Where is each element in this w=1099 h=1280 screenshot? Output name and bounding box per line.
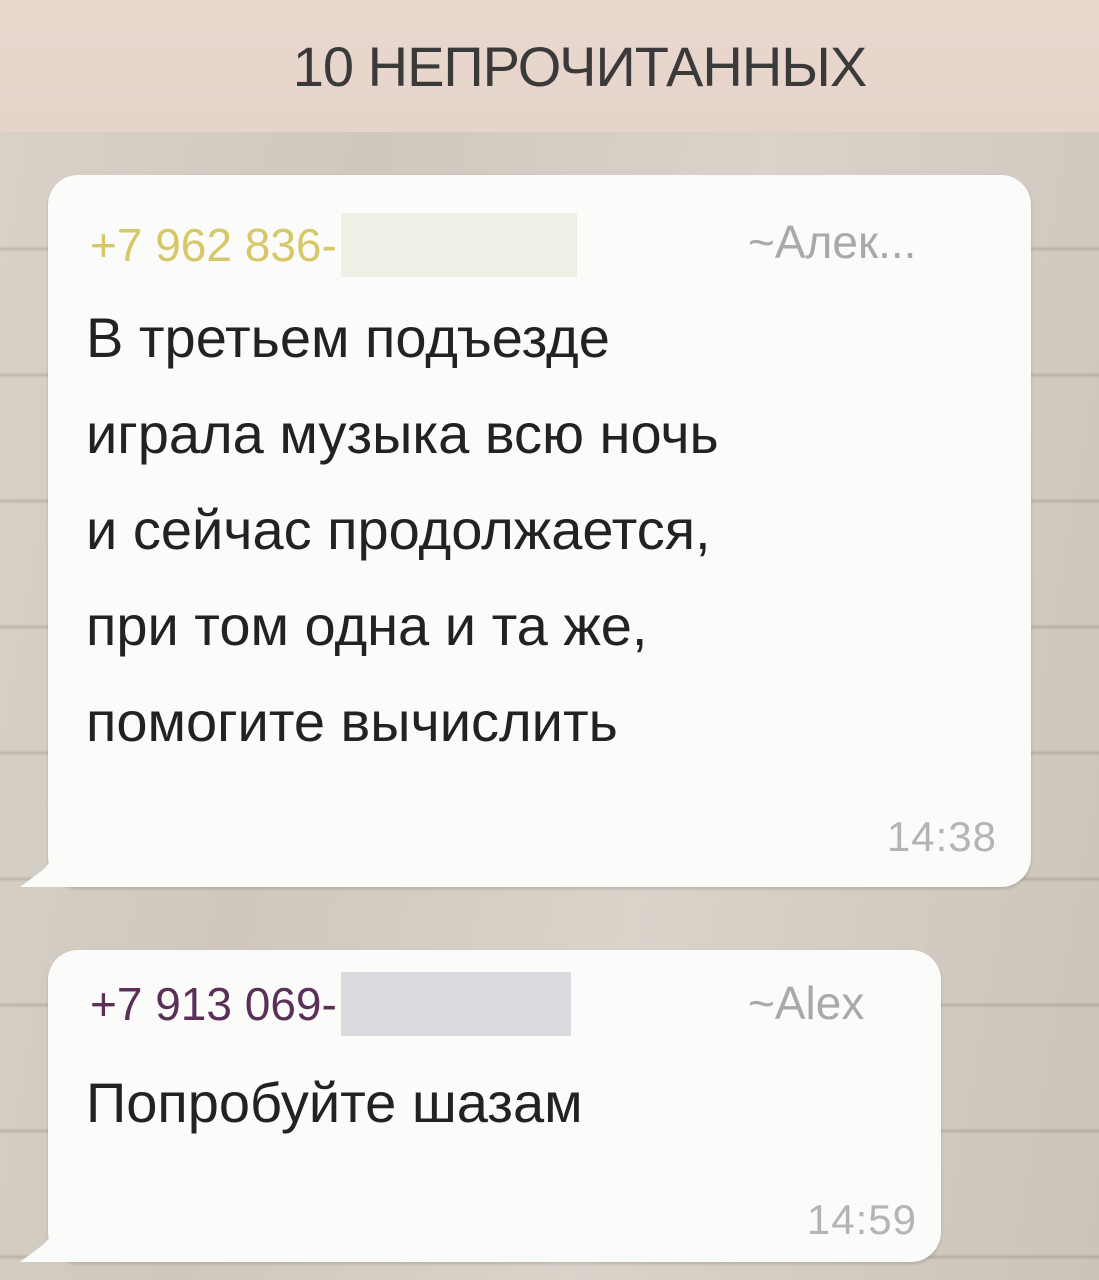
message-bubble[interactable]: +7 962 836- ~Алек... В третьем подъезде … — [20, 175, 1031, 887]
sender-phone[interactable]: +7 913 069- — [90, 977, 337, 1031]
message-text: Попробуйте шазам — [86, 1071, 583, 1134]
unread-count-label: 10 НЕПРОЧИТАННЫХ — [292, 34, 867, 98]
message-text: В третьем подъезде играла музыка всю ноч… — [86, 306, 719, 753]
chat-area[interactable]: 10 НЕПРОЧИТАННЫХ +7 962 836- ~Алек... В … — [0, 0, 1099, 1280]
sender-phone[interactable]: +7 962 836- — [90, 218, 337, 272]
redacted-phone-block — [340, 972, 571, 1036]
sender-row[interactable]: +7 962 836- — [90, 213, 577, 277]
sender-alias: ~Алек... — [748, 216, 917, 268]
message-timestamp: 14:59 — [806, 1196, 917, 1243]
bubble-tail — [20, 827, 80, 887]
message-timestamp: 14:38 — [886, 813, 997, 860]
sender-row[interactable]: +7 913 069- — [90, 972, 571, 1036]
unread-messages-banner: 10 НЕПРОЧИТАННЫХ — [0, 0, 1099, 132]
redacted-phone-block — [340, 213, 577, 277]
bubble-tail — [20, 1202, 80, 1262]
sender-alias: ~Alex — [748, 977, 865, 1029]
message-bubble[interactable]: +7 913 069- ~Alex Попробуйте шазам 14:59 — [20, 950, 941, 1262]
